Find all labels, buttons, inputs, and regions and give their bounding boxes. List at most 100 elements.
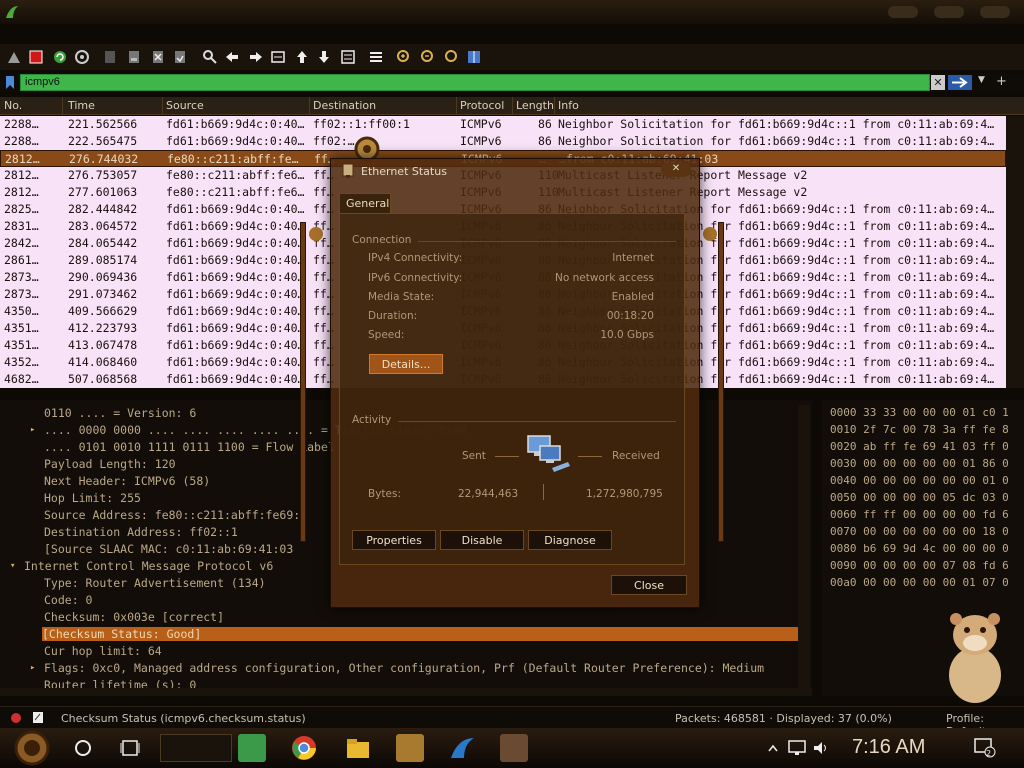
taskbar-search-box[interactable]: [160, 734, 232, 762]
diagnose-button[interactable]: Diagnose: [528, 530, 612, 550]
go-back-icon[interactable]: [224, 49, 240, 65]
task-view-icon[interactable]: [120, 739, 140, 757]
file-explorer-icon[interactable]: [344, 734, 372, 762]
add-filter-button-icon[interactable]: +: [996, 75, 1008, 90]
colorize-icon[interactable]: [368, 49, 384, 65]
find-packet-icon[interactable]: [202, 49, 218, 65]
close-window-button[interactable]: [980, 6, 1010, 18]
media-state-label: Media State:: [368, 291, 435, 303]
column-info[interactable]: Info: [558, 99, 579, 112]
bytes-label: Bytes:: [368, 488, 402, 500]
detail-field[interactable]: Payload Length: 120: [44, 457, 176, 471]
zoom-out-icon[interactable]: [420, 49, 436, 65]
hex-dump-line[interactable]: 0020 ab ff fe 69 41 03 ff 0: [830, 440, 1009, 453]
zoom-in-icon[interactable]: [396, 49, 412, 65]
details-button[interactable]: Details...: [369, 354, 443, 374]
detail-field[interactable]: Next Header: ICMPv6 (58): [44, 474, 210, 488]
expand-arrow-icon[interactable]: ▸: [30, 663, 35, 673]
column-destination[interactable]: Destination: [313, 99, 376, 112]
network-tray-icon[interactable]: [788, 740, 806, 756]
chrome-icon[interactable]: [290, 734, 318, 762]
expand-arrow-icon[interactable]: ▾: [10, 561, 15, 571]
decorative-pipe: [718, 222, 724, 542]
detail-field[interactable]: 0110 .... = Version: 6: [44, 406, 196, 420]
detail-field[interactable]: Internet Control Message Protocol v6: [24, 559, 273, 573]
hex-dump-line[interactable]: 00a0 00 00 00 00 00 01 07 0: [830, 576, 1009, 589]
tray-chevron-icon[interactable]: [768, 744, 778, 752]
auto-scroll-icon[interactable]: [340, 49, 356, 65]
hex-dump-line[interactable]: 0030 00 00 00 00 00 01 86 0: [830, 457, 1009, 470]
dialog-close-icon[interactable]: ✕: [661, 163, 691, 177]
detail-field[interactable]: Checksum: 0x003e [correct]: [44, 610, 224, 624]
hex-dump-line[interactable]: 0000 33 33 00 00 00 01 c0 1: [830, 406, 1009, 419]
disable-button[interactable]: Disable: [440, 530, 524, 550]
filter-dropdown-icon[interactable]: ▼: [978, 75, 990, 90]
properties-button[interactable]: Properties: [352, 530, 436, 550]
bookmark-icon[interactable]: [4, 75, 16, 90]
normal-size-icon[interactable]: [444, 49, 460, 65]
hex-dump-line[interactable]: 0010 2f 7c 00 78 3a ff fe 8: [830, 423, 1009, 436]
detail-field[interactable]: Cur hop limit: 64: [44, 644, 162, 658]
clear-filter-icon[interactable]: ✕: [931, 75, 945, 90]
hex-dump-line[interactable]: 0070 00 00 00 00 00 00 18 0: [830, 525, 1009, 538]
detail-field[interactable]: Flags: 0xc0, Managed address configurati…: [44, 661, 764, 675]
go-first-icon[interactable]: [294, 49, 310, 65]
shark-fin-start-icon[interactable]: [6, 49, 22, 65]
hex-dump-line[interactable]: 0060 ff ff 00 00 00 00 fd 6: [830, 508, 1009, 521]
column-protocol[interactable]: Protocol: [460, 99, 504, 112]
detail-field[interactable]: Hop Limit: 255: [44, 491, 141, 505]
expert-info-icon[interactable]: [10, 712, 22, 724]
close-button[interactable]: Close: [611, 575, 687, 595]
column-time[interactable]: Time: [68, 99, 95, 112]
save-file-icon[interactable]: [126, 49, 142, 65]
reload-file-icon[interactable]: [172, 49, 188, 65]
open-file-icon[interactable]: [102, 49, 118, 65]
hex-dump-line[interactable]: 0050 00 00 00 00 05 dc 03 0: [830, 491, 1009, 504]
start-gear-icon[interactable]: [8, 730, 56, 766]
column-no[interactable]: No.: [4, 99, 22, 112]
notifications-icon[interactable]: [974, 738, 996, 758]
go-forward-icon[interactable]: [248, 49, 264, 65]
bytes-received-value: 1,272,980,795: [586, 488, 663, 500]
detail-field[interactable]: .... 0101 0010 1111 0111 1100 = Flow Lab…: [44, 440, 335, 454]
network-adapter-icon: [342, 163, 354, 178]
details-hscrollbar[interactable]: [0, 688, 812, 696]
packet-list-scrollbar[interactable]: [1006, 116, 1024, 388]
display-filter-input[interactable]: icmpv6: [20, 74, 930, 91]
close-file-icon[interactable]: [150, 49, 166, 65]
hex-dump-line[interactable]: 0080 b6 69 9d 4c 00 00 00 0: [830, 542, 1009, 555]
go-to-packet-icon[interactable]: [270, 49, 286, 65]
detail-field[interactable]: Code: 0: [44, 593, 92, 607]
table-row[interactable]: 2288… 221.562566 fd61:b669:9d4c:0:40… ff02:…: [0, 116, 1006, 133]
detail-field[interactable]: Type: Router Advertisement (134): [44, 576, 266, 590]
duration-label: Duration:: [368, 310, 418, 322]
capture-options-icon[interactable]: [74, 49, 90, 65]
resize-columns-icon[interactable]: [466, 49, 482, 65]
detail-field-selected[interactable]: [Checksum Status: Good]: [42, 627, 798, 641]
hex-dump-line[interactable]: 0090 00 00 00 00 07 08 fd 6: [830, 559, 1009, 572]
cortana-circle-icon[interactable]: [74, 739, 92, 757]
column-source[interactable]: Source: [166, 99, 204, 112]
game-app-icon[interactable]: [396, 734, 424, 762]
table-row[interactable]: 2288… 222.565475 fd61:b669:9d4c:0:40… ff02:…: [0, 133, 1006, 150]
taskbar-clock[interactable]: 7:16 AM: [852, 736, 925, 759]
hex-dump-line[interactable]: 0040 00 00 00 00 00 00 01 0: [830, 474, 1009, 487]
notes-app-icon[interactable]: [238, 734, 266, 762]
tab-general[interactable]: General: [339, 193, 391, 213]
maximize-button[interactable]: [934, 6, 964, 18]
minimize-button[interactable]: [888, 6, 918, 18]
expand-arrow-icon[interactable]: ▸: [30, 425, 35, 435]
volume-tray-icon[interactable]: [812, 740, 830, 756]
capture-comment-icon[interactable]: [32, 711, 44, 724]
go-last-icon[interactable]: [316, 49, 332, 65]
stop-capture-icon[interactable]: [28, 49, 44, 65]
apply-filter-icon[interactable]: [948, 75, 972, 90]
restart-capture-icon[interactable]: [52, 49, 68, 65]
wireshark-taskbar-icon[interactable]: [448, 734, 476, 762]
detail-field[interactable]: Source Address: fe80::c211:abff:fe69:: [44, 508, 300, 522]
details-scrollbar[interactable]: [798, 405, 810, 690]
pinned-app-icon[interactable]: [500, 734, 528, 762]
detail-field[interactable]: [Source SLAAC MAC: c0:11:ab:69:41:03: [44, 542, 293, 556]
detail-field[interactable]: Destination Address: ff02::1: [44, 525, 238, 539]
column-length[interactable]: Length: [516, 99, 554, 112]
